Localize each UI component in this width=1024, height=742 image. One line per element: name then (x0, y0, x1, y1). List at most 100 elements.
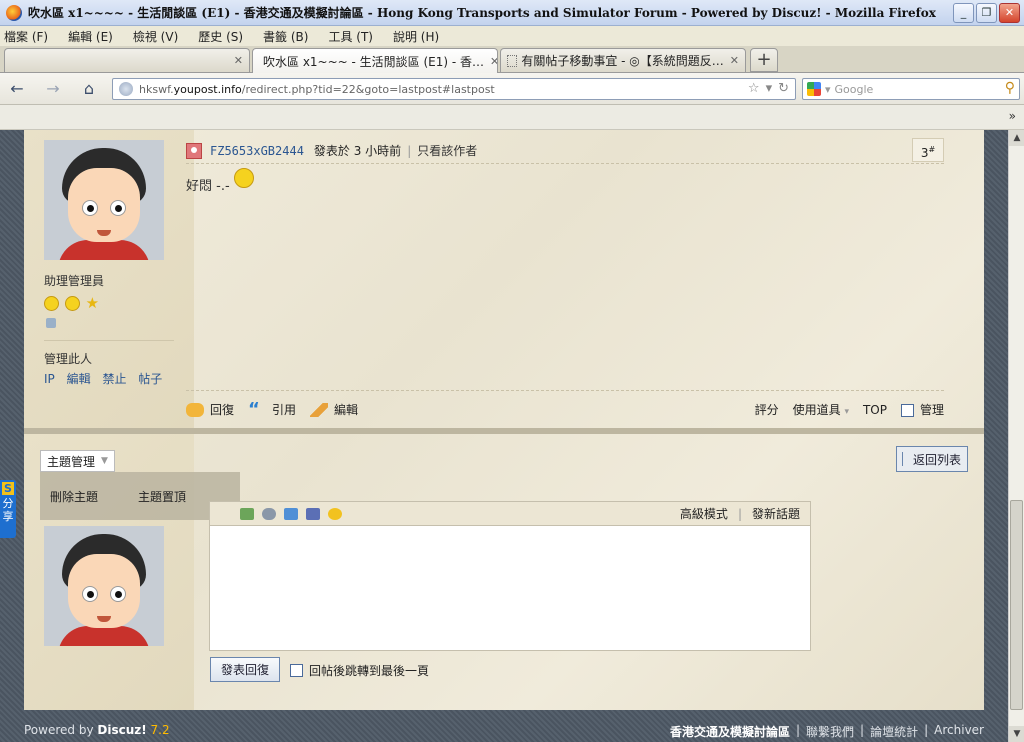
smiley-icon[interactable] (328, 507, 342, 520)
page-scrollbar[interactable]: ▲ ▼ (1008, 130, 1024, 742)
use-tools-menu[interactable]: 使用道具 ▾ (793, 401, 849, 418)
floor-mark: # (928, 145, 936, 154)
manage-edit-link[interactable]: 編輯 (67, 372, 91, 386)
jump-last-page-checkbox[interactable] (290, 664, 303, 677)
jump-last-page-option[interactable]: 回帖後跳轉到最後一頁 (290, 662, 429, 679)
site-name-link[interactable]: 香港交通及模擬討論區 (670, 723, 790, 740)
manage-posts-link[interactable]: 帖子 (138, 372, 162, 386)
page-favicon-icon (507, 54, 518, 67)
tab-close-icon[interactable]: ✕ (484, 55, 497, 68)
menu-bookmarks[interactable]: 書籤 (B) (263, 28, 308, 45)
quote-bubble-icon[interactable] (284, 507, 298, 520)
stats-link[interactable]: 論壇統計 (870, 723, 918, 740)
new-tab-button[interactable]: + (750, 48, 778, 72)
close-window-button[interactable]: ✕ (999, 3, 1020, 23)
pin-thread-item[interactable]: 主題置頂 (138, 488, 186, 505)
window-titlebar: 吹水區 x1~~~~ - 生活閒談區 (E1) - 香港交通及模擬討論區 - H… (0, 0, 1024, 26)
reply-icon (186, 402, 204, 417)
home-icon[interactable]: ⌂ (78, 79, 100, 99)
quote-icon: “ (248, 398, 260, 420)
url-host: youpost.info (173, 82, 242, 96)
delete-thread-item[interactable]: 刪除主題 (50, 488, 98, 505)
back-to-list-button[interactable]: 返回列表 (896, 446, 969, 472)
menu-bar: 檔案 (F) 編輯 (E) 檢視 (V) 歷史 (S) 書籤 (B) 工具 (T… (0, 26, 1024, 46)
only-author-link[interactable]: 只看該作者 (417, 142, 477, 159)
smiley-medal-icon (64, 295, 80, 311)
thread-manage-label: 主題管理 (47, 454, 96, 469)
submit-reply-button[interactable]: 發表回復 (210, 657, 281, 682)
menu-view[interactable]: 檢視 (V) (133, 28, 178, 45)
advanced-mode-link[interactable]: 高級模式 (670, 505, 738, 522)
scroll-down-icon[interactable]: ▼ (1009, 726, 1024, 742)
current-user-avatar[interactable] (44, 526, 164, 646)
tab-moving-posts[interactable]: 有關帖子移動事宜 - ◎【系統問題反… ✕ (500, 48, 746, 72)
link-icon[interactable] (262, 507, 276, 520)
quote-button[interactable]: “ 引用 (248, 398, 296, 420)
bookmarks-overflow-icon[interactable]: » (1009, 109, 1016, 123)
top-link[interactable]: TOP (863, 403, 887, 417)
minimize-button[interactable]: _ (953, 3, 974, 23)
new-topic-link[interactable]: 發新話題 (742, 505, 810, 522)
use-tools-label: 使用道具 (792, 403, 841, 417)
edit-button[interactable]: 編輯 (310, 401, 358, 418)
menu-file[interactable]: 檔案 (F) (4, 28, 48, 45)
post-floor-number[interactable]: 3# (912, 138, 944, 162)
google-engine-icon[interactable] (807, 82, 821, 96)
post-time: 發表於 3 小時前 (313, 144, 402, 158)
post-actions: 回復 “ 引用 編輯 評分 使用道具 ▾ TOP 管理 (186, 390, 944, 428)
reply-textarea[interactable] (210, 526, 810, 650)
share-side-tab[interactable]: S 分享 (0, 480, 16, 538)
footer-links: 香港交通及模擬討論區 | 聯繫我們 | 論壇統計 | Archiver (670, 723, 984, 740)
rate-link[interactable]: 評分 (755, 401, 779, 418)
separator: | (860, 723, 865, 737)
search-icon[interactable]: ⚲ (1005, 80, 1015, 96)
contact-link[interactable]: 聯繫我們 (806, 723, 854, 740)
discuz-link[interactable]: Discuz! (97, 723, 146, 737)
search-engine-dropdown-icon[interactable]: ▾ (825, 83, 831, 96)
bookmark-star-icon[interactable]: ☆ (748, 81, 760, 96)
reload-icon[interactable]: ↻ (778, 81, 789, 96)
tab-close-icon[interactable]: ✕ (724, 54, 739, 67)
forward-arrow-icon[interactable]: → (42, 79, 64, 99)
page-viewport: 助理管理員 ★ 管理此人 IP 編輯 禁止 帖子 FZ5653xGB2444 發… (0, 130, 1008, 742)
firefox-icon (6, 4, 22, 21)
search-input[interactable]: ▾ Google ⚲ (802, 78, 1020, 100)
url-bar[interactable]: hkswf. youpost.info /redirect.php?tid=22… (112, 78, 796, 100)
reply-label: 回復 (210, 403, 235, 417)
back-arrow-icon[interactable]: ← (6, 79, 28, 99)
jump-last-page-label: 回帖後跳轉到最後一頁 (309, 664, 430, 678)
manage-ip-link[interactable]: IP (44, 372, 55, 386)
post-author-link[interactable]: FZ5653xGB2444 (210, 144, 304, 158)
window-controls: _ ❐ ✕ (953, 3, 1020, 23)
thread-manage-dropdown[interactable]: 主題管理 ▼ (40, 450, 115, 472)
tab-close-icon[interactable]: ✕ (228, 54, 243, 67)
manage-user-links: IP 編輯 禁止 帖子 (44, 370, 170, 387)
image-icon[interactable] (240, 507, 254, 520)
tab-active-thread[interactable]: 吹水區 x1~~~ - 生活閒談區 (E1) - 香… ✕ (252, 48, 498, 73)
pencil-icon (310, 402, 329, 417)
site-identity-icon[interactable] (119, 82, 133, 96)
manage-user-label: 管理此人 (44, 352, 93, 366)
online-status-icon (46, 318, 56, 328)
search-placeholder: Google (834, 82, 874, 96)
archiver-link[interactable]: Archiver (934, 723, 984, 740)
manage-ban-link[interactable]: 禁止 (102, 372, 126, 386)
scrollbar-thumb[interactable] (1010, 500, 1023, 710)
scroll-up-icon[interactable]: ▲ (1009, 130, 1024, 146)
post-message: 好悶 -.- (186, 178, 230, 194)
manage-checkbox-wrap[interactable]: 管理 (900, 401, 944, 418)
tab-blank[interactable]: ✕ (4, 48, 250, 72)
separator: | (924, 723, 929, 737)
manage-checkbox[interactable] (900, 404, 914, 417)
menu-edit[interactable]: 編輯 (E) (68, 28, 113, 45)
menu-history[interactable]: 歷史 (S) (198, 28, 243, 45)
code-icon[interactable] (306, 507, 320, 520)
restore-button[interactable]: ❐ (976, 3, 997, 23)
reply-button[interactable]: 回復 (186, 401, 234, 418)
powered-prefix: Powered by (24, 723, 98, 737)
author-avatar[interactable] (44, 140, 164, 260)
menu-help[interactable]: 說明 (H) (393, 28, 439, 45)
url-dropdown-icon[interactable]: ▾ (766, 81, 773, 96)
star-medal-icon: ★ (85, 294, 100, 312)
menu-tools[interactable]: 工具 (T) (328, 28, 373, 45)
